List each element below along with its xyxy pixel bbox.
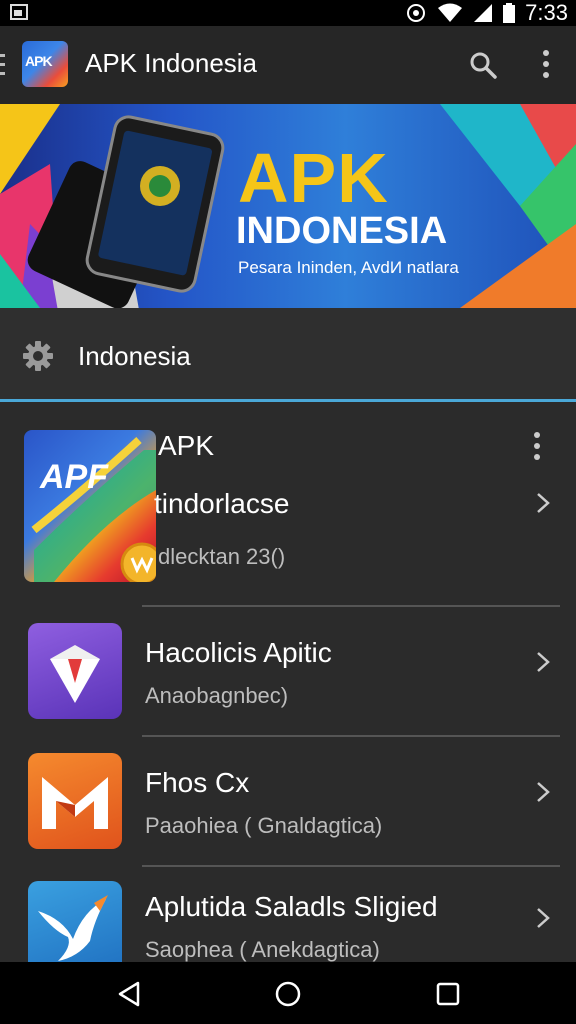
recents-icon[interactable] <box>434 980 462 1008</box>
banner-title: APK <box>238 139 389 217</box>
list-item-title: Hacolicis Apitic <box>145 637 332 668</box>
sync-icon <box>407 4 426 22</box>
drawer-handle-icon[interactable] <box>0 54 5 76</box>
home-icon[interactable] <box>274 980 302 1008</box>
chevron-right-icon[interactable] <box>536 651 550 673</box>
list-item-subtitle: Saophea ( Anekdagtica) <box>145 937 380 962</box>
app-logo-text: APK <box>25 53 53 69</box>
signal-icon <box>474 4 493 22</box>
chevron-right-icon[interactable] <box>536 492 550 514</box>
category-label: Indonesia <box>78 341 191 371</box>
screenshot-notification-icon <box>10 4 28 20</box>
wifi-icon <box>438 3 463 22</box>
item-overflow-menu-icon[interactable] <box>534 432 540 460</box>
app-logo: APK <box>22 41 68 87</box>
system-nav-bar <box>0 962 576 1024</box>
app-list: APF APK tindorlacse dlecktan 23() Hacoli… <box>0 402 576 977</box>
list-item[interactable]: Aplutida Saladls Sligied Saophea ( Anekd… <box>0 867 576 977</box>
back-icon[interactable] <box>116 980 144 1008</box>
banner-title-line2: INDONESIA <box>236 210 448 252</box>
battery-icon <box>503 3 516 23</box>
featured-app-icon-text: APF <box>40 458 108 496</box>
status-time: 7:33 <box>525 0 568 25</box>
featured-title-line2: tindorlacse <box>154 488 290 519</box>
search-icon[interactable] <box>468 50 498 80</box>
app-title: APK Indonesia <box>85 48 258 78</box>
status-bar: 7:33 <box>0 0 576 26</box>
m-logo-icon <box>28 753 122 849</box>
diamond-icon <box>28 623 122 719</box>
featured-subtitle: dlecktan 23() <box>158 544 286 569</box>
chevron-right-icon[interactable] <box>536 907 550 929</box>
list-item-subtitle: Paaohiea ( Gnaldagtica) <box>145 813 383 838</box>
promo-banner[interactable]: APK INDONESIA Pesara Ininden, AvdИ natla… <box>0 104 576 308</box>
list-item[interactable]: Hacolicis Apitic Anaobagnbec) <box>0 607 576 737</box>
phone-illustration-icon <box>27 115 225 308</box>
list-item-featured[interactable]: APF APK tindorlacse dlecktan 23() <box>0 402 576 607</box>
list-item[interactable]: Fhos Cx Paaohiea ( Gnaldagtica) <box>0 737 576 867</box>
chevron-right-icon[interactable] <box>536 781 550 803</box>
gear-icon <box>23 341 53 371</box>
category-header[interactable]: Indonesia <box>0 308 576 400</box>
banner-subtitle: Pesara Ininden, AvdИ natlara <box>238 258 459 277</box>
list-item-title: Fhos Cx <box>145 767 250 798</box>
list-item-title: Aplutida Saladls Sligied <box>145 891 438 922</box>
featured-app-icon: APF <box>24 430 156 582</box>
list-item-subtitle: Anaobagnbec) <box>145 683 289 708</box>
app-bar: APK APK Indonesia <box>0 26 576 104</box>
overflow-menu-icon[interactable] <box>540 50 552 80</box>
featured-title-line1: APK <box>158 430 215 461</box>
